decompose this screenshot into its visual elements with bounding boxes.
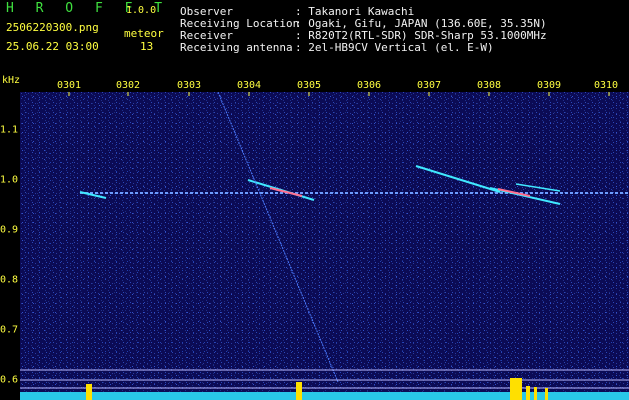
x-tick-label: 0309 (536, 80, 562, 91)
x-tick-label: 0303 (176, 80, 202, 91)
file-datetime: 25.06.22 03:00 (6, 40, 99, 53)
app-version: 1.0.0 (126, 5, 157, 16)
noise-texture (20, 92, 629, 400)
spectrogram-plot (20, 92, 629, 400)
signal-strength-trace (20, 392, 629, 400)
y-tick-label: 0.8 (0, 274, 19, 286)
meteor-counter-label: meteor (124, 27, 164, 40)
meteor-counter-value: 13 (140, 40, 154, 53)
y-tick-label: 0.6 (0, 374, 19, 386)
x-tick-label: 0302 (115, 80, 141, 91)
x-tick-label: 0304 (236, 80, 262, 91)
x-tick-label: 0310 (593, 80, 619, 91)
x-tick-label: 0305 (296, 80, 322, 91)
y-tick-label: 0.9 (0, 224, 19, 236)
y-axis-unit: kHz (2, 75, 21, 86)
y-tick-label: 1.1 (0, 124, 19, 136)
x-tick-label: 0308 (476, 80, 502, 91)
spectrogram-window: H R O F F T 1.0.0 2506220300.png 25.06.2… (0, 0, 629, 400)
x-tick-label: 0306 (356, 80, 382, 91)
file-name: 2506220300.png (6, 21, 99, 34)
antenna-value: : 2el-HB9CV Vertical (el. E-W) (295, 41, 494, 54)
antenna-label: Receiving antenna (180, 41, 293, 54)
x-tick-label: 0301 (56, 80, 82, 91)
x-tick-label: 0307 (416, 80, 442, 91)
y-tick-label: 0.7 (0, 324, 19, 336)
y-tick-label: 1.0 (0, 174, 19, 186)
